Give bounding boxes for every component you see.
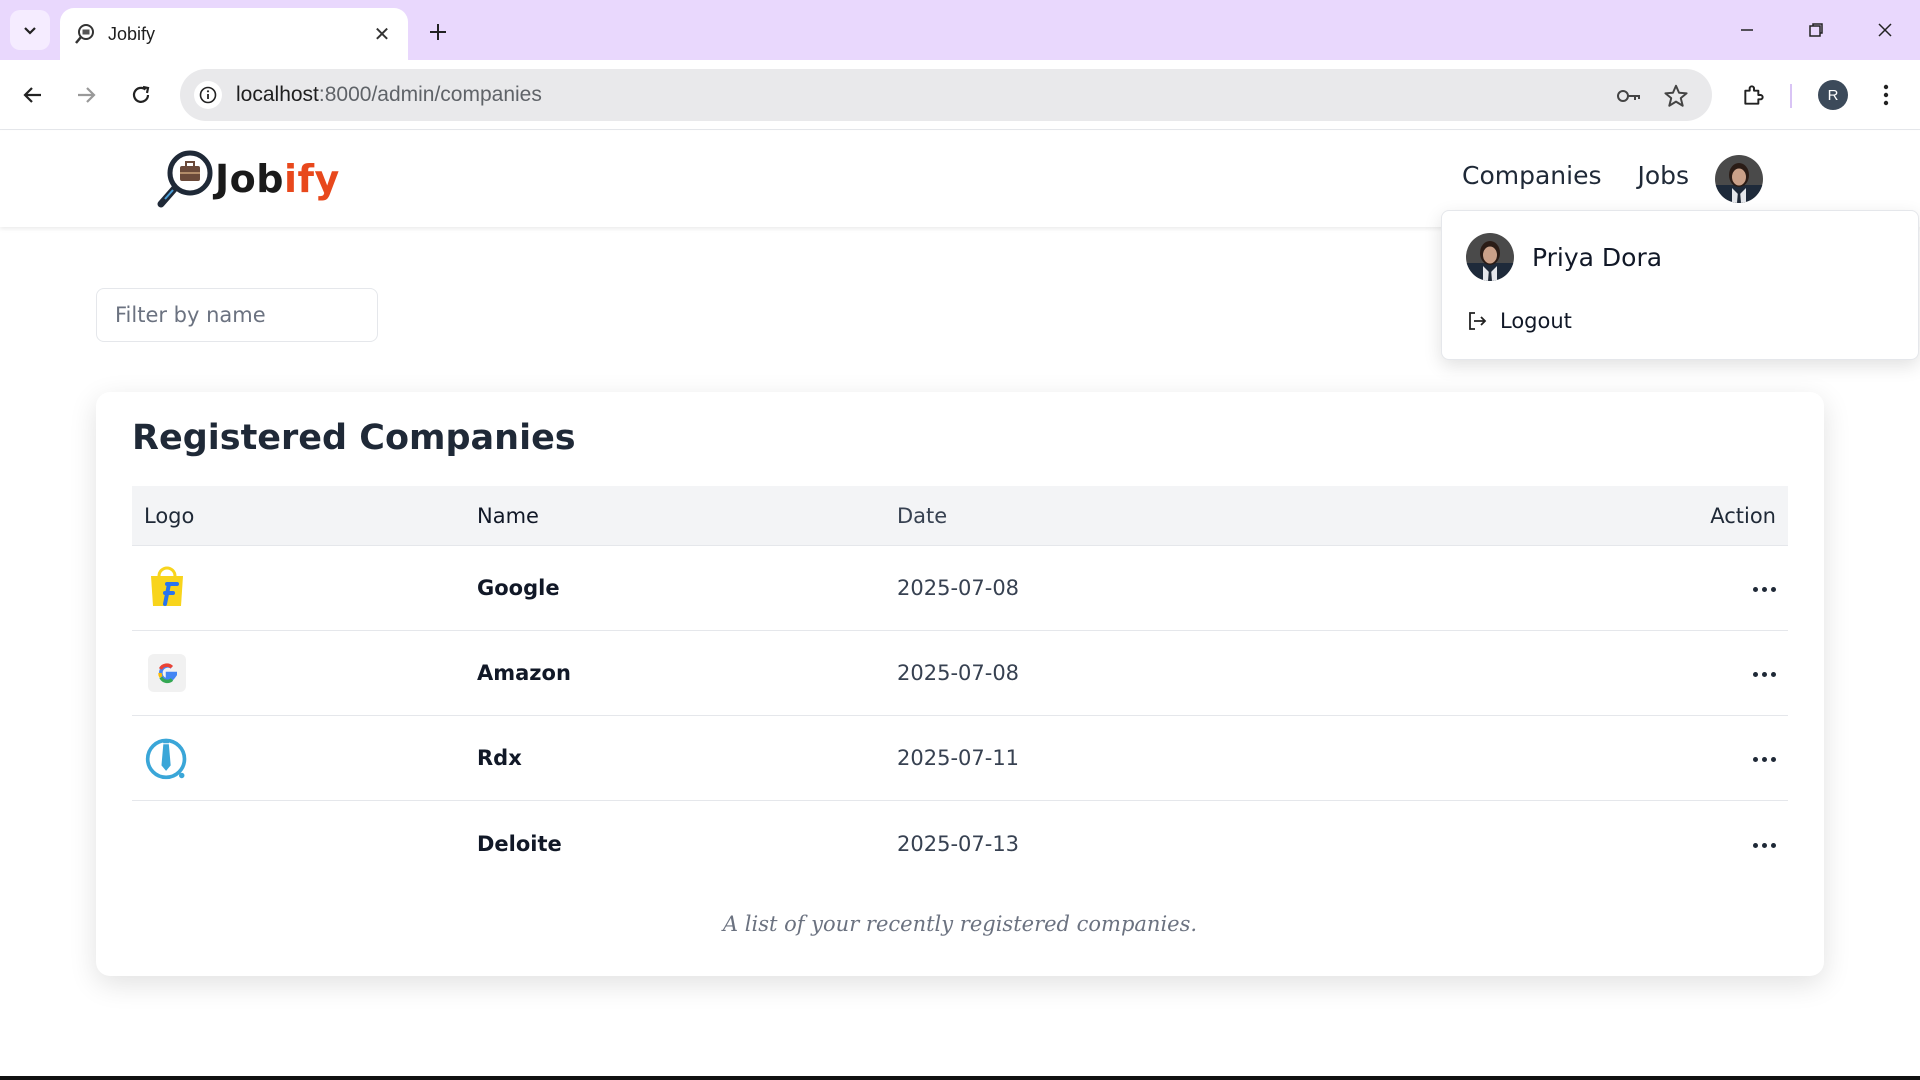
company-date: 2025-07-08 bbox=[897, 576, 1020, 600]
logo-text-accent: ify bbox=[283, 157, 340, 201]
column-header-name: Name bbox=[477, 503, 539, 528]
site-info-icon[interactable] bbox=[194, 81, 222, 109]
address-bar[interactable]: localhost:8000/admin/companies bbox=[180, 69, 1712, 121]
company-name: Amazon bbox=[477, 661, 571, 685]
registered-companies-card: Registered Companies Logo Name Date Acti… bbox=[96, 392, 1824, 976]
table-row: Google 2025-07-08 bbox=[132, 546, 1788, 631]
column-header-action: Action bbox=[1710, 503, 1776, 528]
column-header-date: Date bbox=[897, 503, 948, 528]
column-header-logo: Logo bbox=[144, 503, 195, 528]
card-title: Registered Companies bbox=[132, 418, 576, 458]
restore-button[interactable] bbox=[1791, 10, 1841, 50]
logo-wordmark: Jobify bbox=[215, 157, 340, 201]
bottom-border bbox=[0, 1076, 1920, 1080]
avatar bbox=[1466, 233, 1514, 281]
jobify-logo[interactable]: Jobify bbox=[155, 149, 340, 209]
plus-icon bbox=[430, 24, 446, 40]
browser-menu-button[interactable] bbox=[1866, 75, 1906, 115]
new-tab-button[interactable] bbox=[420, 14, 456, 50]
companies-table: Logo Name Date Action Google 2025-07-08 bbox=[132, 486, 1788, 886]
browser-tab[interactable]: Jobify ✕ bbox=[60, 8, 408, 60]
arrow-right-icon bbox=[78, 87, 96, 103]
empty-logo bbox=[144, 821, 190, 867]
nav-links: Companies Jobs bbox=[1462, 161, 1689, 190]
minimize-icon bbox=[1741, 29, 1753, 31]
restore-icon bbox=[1809, 23, 1823, 37]
jobify-favicon-icon bbox=[74, 23, 96, 45]
magnifier-briefcase-icon bbox=[155, 149, 215, 209]
table-caption: A list of your recently registered compa… bbox=[722, 912, 1198, 936]
flipkart-logo-icon bbox=[144, 565, 190, 611]
user-dropdown-menu: Priya Dora Logout bbox=[1441, 210, 1919, 360]
user-avatar-button[interactable] bbox=[1715, 155, 1763, 203]
password-key-icon[interactable] bbox=[1614, 81, 1644, 111]
profile-avatar: R bbox=[1818, 80, 1848, 110]
minimize-button[interactable] bbox=[1722, 10, 1772, 50]
tab-title: Jobify bbox=[108, 23, 156, 44]
logo-text-dark: Job bbox=[215, 157, 284, 201]
more-actions-icon[interactable] bbox=[1753, 757, 1776, 762]
more-actions-icon[interactable] bbox=[1753, 672, 1776, 677]
logout-label: Logout bbox=[1500, 309, 1572, 333]
tab-search-button[interactable] bbox=[10, 10, 50, 50]
arrow-left-icon bbox=[23, 87, 41, 103]
forward-button[interactable] bbox=[66, 75, 106, 115]
company-name: Google bbox=[477, 576, 560, 600]
table-row: Deloite 2025-07-13 bbox=[132, 801, 1788, 886]
browser-toolbar: localhost:8000/admin/companies R bbox=[0, 60, 1920, 130]
dropdown-user-info: Priya Dora bbox=[1466, 233, 1662, 281]
toolbar-divider bbox=[1790, 84, 1792, 108]
url-host: localhost bbox=[236, 83, 319, 106]
reload-button[interactable] bbox=[121, 75, 161, 115]
back-button[interactable] bbox=[13, 75, 53, 115]
bookmark-star-icon[interactable] bbox=[1661, 81, 1691, 111]
company-name: Rdx bbox=[477, 746, 522, 770]
table-row: Amazon 2025-07-08 bbox=[132, 631, 1788, 716]
table-row: Rdx 2025-07-11 bbox=[132, 716, 1788, 801]
nav-link-companies[interactable]: Companies bbox=[1462, 161, 1602, 190]
table-header: Logo Name Date Action bbox=[132, 486, 1788, 546]
company-date: 2025-07-13 bbox=[897, 831, 1020, 856]
company-date: 2025-07-11 bbox=[897, 746, 1020, 770]
filter-by-name-input[interactable] bbox=[96, 288, 378, 342]
close-window-button[interactable] bbox=[1860, 10, 1910, 50]
profile-button[interactable]: R bbox=[1813, 75, 1853, 115]
puzzle-icon bbox=[1744, 85, 1764, 105]
browser-tabstrip: Jobify ✕ bbox=[0, 0, 1920, 60]
company-name: Deloite bbox=[477, 831, 562, 856]
more-actions-icon[interactable] bbox=[1753, 842, 1776, 848]
logout-icon bbox=[1469, 312, 1487, 330]
rdx-logo-icon bbox=[144, 735, 190, 781]
company-date: 2025-07-08 bbox=[897, 661, 1020, 685]
kebab-menu-icon bbox=[1883, 84, 1889, 106]
close-tab-icon[interactable]: ✕ bbox=[370, 22, 394, 46]
reload-icon bbox=[132, 85, 150, 103]
nav-link-jobs[interactable]: Jobs bbox=[1638, 161, 1690, 190]
more-actions-icon[interactable] bbox=[1753, 587, 1776, 592]
extensions-button[interactable] bbox=[1734, 75, 1774, 115]
logout-button[interactable]: Logout bbox=[1466, 309, 1572, 333]
dropdown-user-name: Priya Dora bbox=[1532, 242, 1663, 272]
close-icon bbox=[1878, 23, 1892, 37]
chevron-down-icon bbox=[24, 27, 36, 35]
url-path: :8000/admin/companies bbox=[318, 83, 542, 106]
google-logo-icon bbox=[144, 650, 190, 696]
